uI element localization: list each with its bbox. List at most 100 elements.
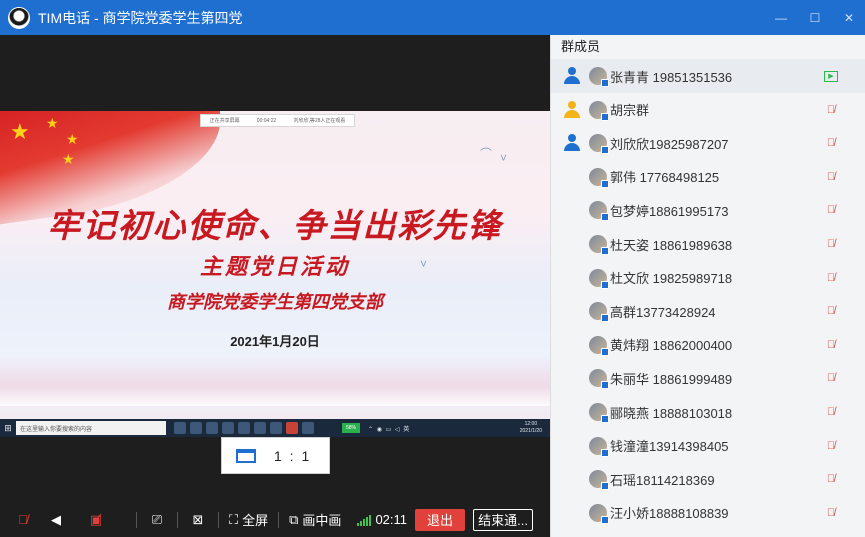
- speaker-button[interactable]: ◀: [46, 502, 66, 537]
- member-row[interactable]: 杜文欣 19825989718 🎙̸: [551, 261, 865, 295]
- fullscreen-button[interactable]: ⛶ 全屏: [229, 502, 268, 537]
- member-name: 朱丽华 18861999489: [610, 371, 733, 387]
- speaker-icon: ◀: [51, 511, 61, 527]
- admin-user-icon: [563, 100, 581, 119]
- member-row[interactable]: 高群13773428924 🎙̸: [551, 294, 865, 328]
- mic-off-icon: 🎙̸: [826, 506, 836, 519]
- member-name: 黄炜翔 18862000400: [610, 338, 733, 354]
- avatar: [589, 403, 609, 423]
- bird-icon: ⌒: [480, 147, 493, 161]
- mic-muted-button[interactable]: 🎙̸: [0, 502, 46, 537]
- signal-strength-icon: [357, 514, 372, 526]
- member-row[interactable]: 刘欣欣19825987207 🎙̸: [551, 126, 865, 160]
- member-row[interactable]: 杜天姿 18861989638 🎙̸: [551, 227, 865, 261]
- star-icon: ★: [46, 115, 59, 131]
- toolbar-divider: [177, 511, 178, 528]
- mic-off-icon: 🎙̸: [826, 103, 836, 116]
- device-badge-icon: [601, 247, 609, 255]
- window-controls: — ☐ ✕: [773, 0, 857, 35]
- device-badge-icon: [601, 415, 609, 423]
- device-badge-icon: [601, 515, 609, 524]
- member-name: 钱潼潼13914398405: [610, 439, 729, 455]
- mic-off-icon: 🎙̸: [826, 238, 836, 250]
- aspect-ratio-label: 1 : 1: [274, 447, 312, 464]
- app-icon: [238, 422, 250, 434]
- avatar: [589, 369, 609, 390]
- member-name: 杜天姿 18861989638: [610, 237, 733, 253]
- slide-branch: 商学院党委学生第四党支部: [167, 292, 383, 313]
- windows-taskbar: ⊞ 在这里输入你要搜索的内容 58% ⌃ ◉ ▭ ◁ 英 12:00 2021/…: [0, 419, 550, 437]
- system-tray: ⌃ ◉ ▭ ◁ 英: [368, 426, 411, 433]
- member-row[interactable]: 胡宗群 🎙̸: [551, 93, 865, 127]
- member-row[interactable]: 黄炜翔 18862000400 🎙̸: [551, 328, 865, 362]
- stop-share-icon: ⊠: [192, 511, 204, 527]
- mic-off-icon: 🎙̸: [18, 512, 28, 527]
- star-icon: ★: [62, 151, 75, 167]
- member-row[interactable]: 汪小娇18888108839 🎙̸: [551, 496, 865, 530]
- mic-off-icon: 🎙̸: [826, 473, 836, 486]
- member-panel: 群成员 张青青 19851351536 ▶ 胡宗群 🎙̸ 刘欣欣19825987207 🎙…: [550, 35, 865, 537]
- avatar: [589, 134, 609, 155]
- avatar: [589, 201, 609, 222]
- screen-share-icon: ⎚: [151, 511, 163, 527]
- mic-off-icon: 🎙̸: [826, 170, 836, 183]
- call-toolbar: 🎙̸ ◀ ▣̸ ⎚ ⊠ ⛶ 全屏 ⧉ 画中画 02:11 退出 结束通...: [0, 502, 550, 537]
- maximize-icon[interactable]: ☐: [807, 10, 823, 26]
- member-name: 郦晓燕 18888103018: [610, 405, 733, 421]
- member-name: 胡宗群: [610, 103, 650, 119]
- device-badge-icon: [601, 179, 609, 188]
- device-badge-icon: [601, 112, 609, 121]
- member-row[interactable]: 钱潼潼13914398405 🎙̸: [551, 429, 865, 463]
- fullscreen-icon: ⛶: [229, 511, 239, 527]
- member-name: 高群13773428924: [610, 304, 716, 320]
- stop-share-button[interactable]: ⊠: [188, 502, 208, 537]
- star-icon: ★: [10, 119, 30, 144]
- avatar: [589, 100, 609, 121]
- toolbar-divider: [136, 511, 137, 528]
- mic-off-icon: 🎙̸: [826, 271, 836, 284]
- camera-off-icon: ▣̸: [89, 511, 103, 527]
- end-call-button[interactable]: 结束通...: [473, 508, 534, 531]
- toolbar-divider: [218, 511, 219, 528]
- minimize-icon[interactable]: —: [773, 10, 789, 26]
- avatar: [589, 436, 609, 457]
- member-row[interactable]: 张青青 19851351536 ▶: [551, 59, 865, 93]
- app-icon: [206, 422, 218, 434]
- member-row[interactable]: 石瑶18114218369 🎙̸: [551, 462, 865, 496]
- app-icon: [222, 422, 234, 434]
- slide-headline: 牢记初心使命、争当出彩先锋: [47, 206, 503, 245]
- member-row[interactable]: 朱丽华 18861999489 🎙̸: [551, 361, 865, 395]
- camera-off-button[interactable]: ▣̸: [66, 502, 126, 537]
- pip-label: 画中画: [302, 513, 342, 528]
- taskbar-clock: 12:00 2021/1/20: [519, 421, 542, 434]
- taskbar-search: 在这里输入你要搜索的内容: [16, 421, 166, 435]
- member-row[interactable]: 郭伟 17768498125 🎙̸: [551, 160, 865, 194]
- screen-share-button[interactable]: ⎚: [147, 502, 167, 537]
- member-row[interactable]: 郦晓燕 18888103018 🎙̸: [551, 395, 865, 429]
- member-name: 刘欣欣19825987207: [610, 136, 729, 152]
- device-badge-icon: [601, 213, 609, 222]
- window-title: TIM电话 - 商学院党委学生第四党: [38, 9, 243, 26]
- device-badge-icon: [601, 280, 609, 289]
- leave-call-button[interactable]: 退出: [415, 508, 466, 531]
- app-icon: [302, 422, 314, 434]
- member-name: 汪小娇18888108839: [610, 506, 729, 522]
- tim-logo-icon: [8, 6, 30, 29]
- fullscreen-label: 全屏: [242, 513, 269, 528]
- member-name: 包梦婷18861995173: [610, 203, 729, 219]
- taskbar-app-icons: [174, 422, 314, 434]
- aspect-ratio-toggle[interactable]: 1 : 1: [221, 437, 330, 474]
- close-icon[interactable]: ✕: [841, 10, 857, 26]
- device-badge-icon: [601, 146, 609, 155]
- avatar: [589, 235, 609, 255]
- video-area: ★ ★ ★ ★ 正在共享屏幕 00:04:22 刘欣欣,等28人正在观看 ⌒ ˅…: [0, 35, 550, 502]
- call-timer: 02:11: [375, 512, 408, 527]
- member-row[interactable]: 包梦婷18861995173 🎙̸: [551, 193, 865, 227]
- slide-date: 2021年1月20日: [230, 334, 320, 349]
- star-icon: ★: [66, 131, 79, 147]
- app-icon: [190, 422, 202, 434]
- device-badge-icon: [601, 381, 609, 390]
- app-icon: [254, 422, 266, 434]
- device-badge-icon: [601, 314, 609, 323]
- picture-in-picture-button[interactable]: ⧉ 画中画: [289, 502, 341, 537]
